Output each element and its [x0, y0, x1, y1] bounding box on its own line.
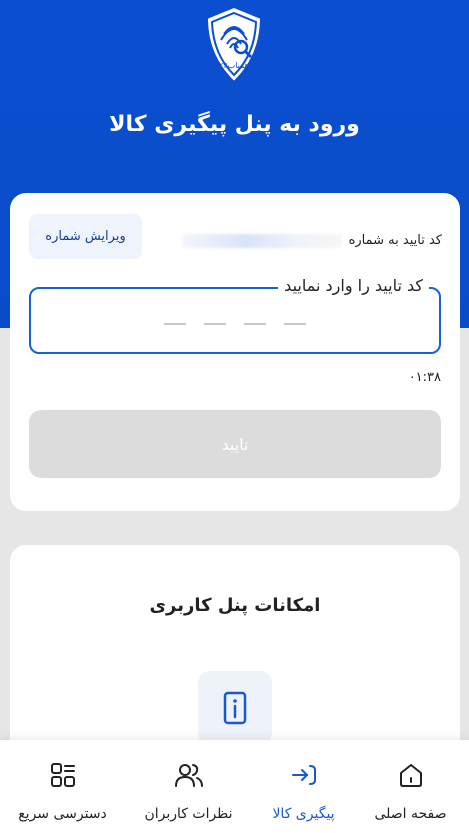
users-icon: [174, 764, 203, 787]
otp-slots: [31, 313, 439, 333]
apps-grid-icon: [50, 763, 75, 787]
info-icon: [223, 691, 247, 725]
logo-shield-icon: همیاب۲۴: [205, 5, 263, 84]
otp-slot[interactable]: [204, 313, 226, 325]
page-title: ورود به پنل پیگیری کالا: [109, 112, 360, 137]
nav-label-quick-access: دسترسی سریع: [18, 806, 107, 822]
code-sent-label: کد تایید به شماره: [348, 233, 442, 248]
edit-number-button[interactable]: ویرایش شماره: [29, 214, 142, 259]
nav-item-reviews[interactable]: نظرات کاربران: [130, 740, 247, 833]
nav-item-home[interactable]: صفحه اصلی: [352, 740, 469, 833]
nav-label-home: صفحه اصلی: [374, 806, 447, 822]
nav-item-quick-access[interactable]: دسترسی سریع: [4, 740, 121, 833]
otp-input[interactable]: کد تایید را وارد نمایید: [29, 276, 441, 354]
resend-timer: ۰۱:۳۸: [408, 370, 441, 385]
features-title: امکانات پنل کاربری: [149, 595, 321, 616]
login-arrow-icon: [291, 765, 316, 785]
nav-label-reviews: نظرات کاربران: [144, 806, 233, 822]
nav-label-tracking: پیگیری کالا: [272, 806, 335, 822]
bottom-navigation: صفحه اصلی پیگیری کالا نظرات کاربران دستر…: [0, 740, 469, 833]
otp-label: کد تایید را وارد نمایید: [278, 276, 429, 295]
svg-text:همیاب۲۴: همیاب۲۴: [219, 61, 249, 70]
confirm-button[interactable]: تایید: [29, 410, 441, 478]
code-sent-message: کد تایید به شماره: [182, 233, 442, 248]
home-icon: [399, 764, 422, 787]
nav-item-tracking[interactable]: پیگیری کالا: [245, 740, 362, 833]
verification-card: کد تایید به شماره ویرایش شماره کد تایید …: [10, 193, 460, 511]
masked-phone-number: [182, 233, 343, 248]
otp-slot[interactable]: [284, 313, 306, 325]
info-tile[interactable]: [198, 671, 272, 745]
otp-slot[interactable]: [164, 313, 186, 325]
otp-slot[interactable]: [244, 313, 266, 325]
